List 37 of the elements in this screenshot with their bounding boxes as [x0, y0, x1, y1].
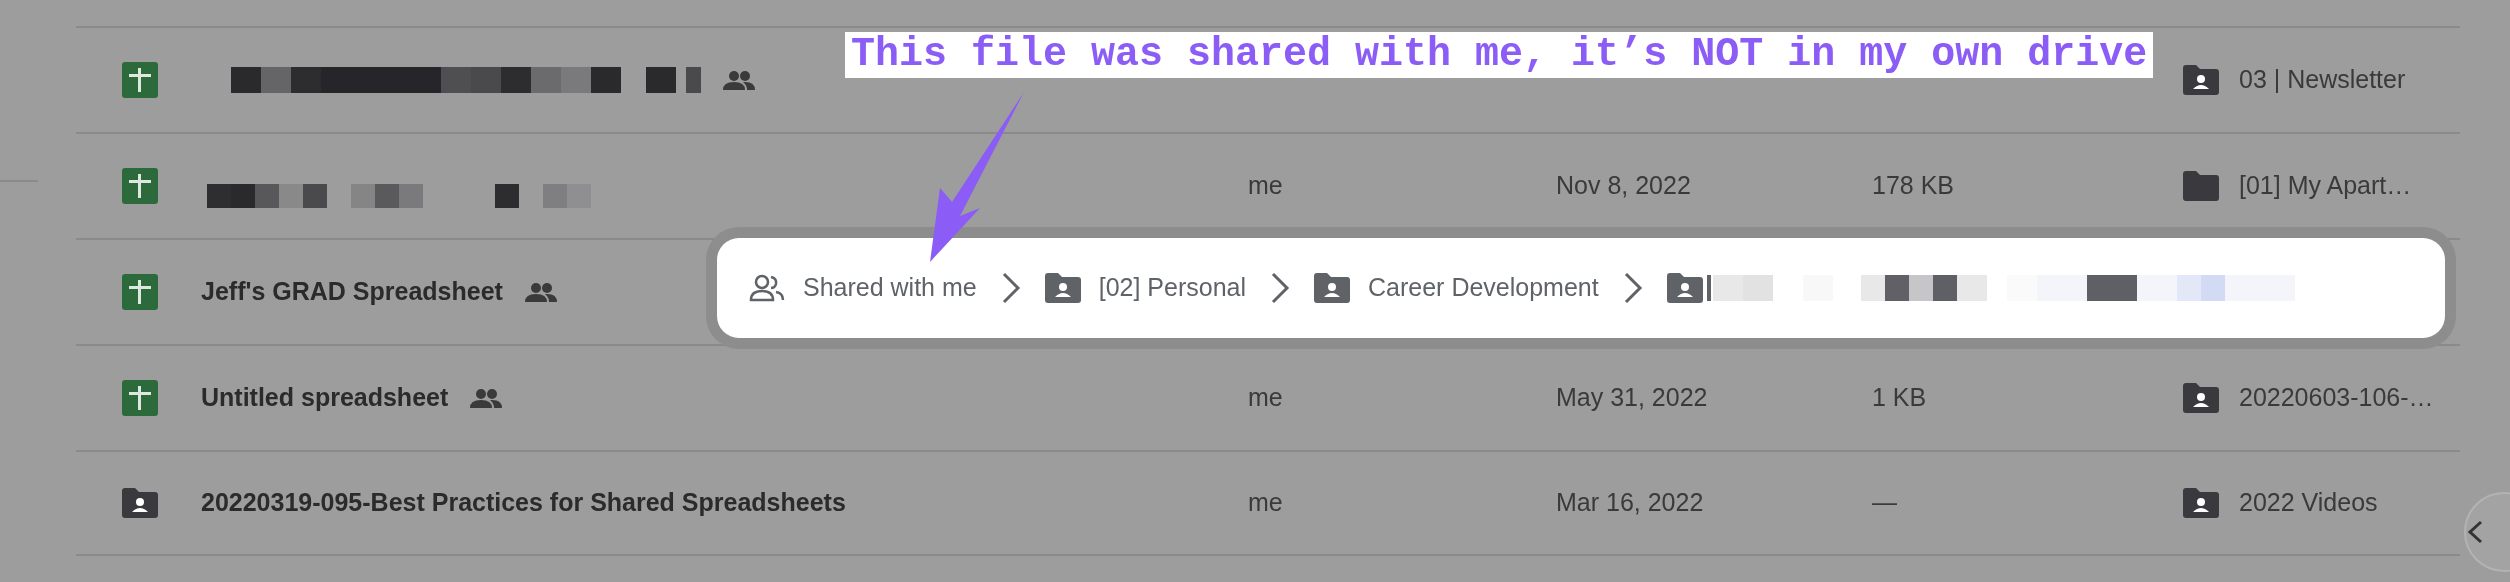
spreadsheet-icon [122, 62, 158, 98]
spreadsheet-icon [122, 274, 158, 310]
people-icon [749, 274, 785, 302]
shared-folder-icon [2183, 488, 2219, 518]
location-text: 20220603-106-… [2239, 382, 2434, 414]
breadcrumb-link[interactable]: Career Development [1368, 269, 1599, 307]
file-name: 20220319-095-Best Practices for Shared Spreadsheets [201, 487, 846, 519]
location-text: 2022 Videos [2239, 487, 2378, 519]
shared-folder-icon [2183, 65, 2219, 95]
shared-folder-icon [1314, 273, 1351, 303]
shared-folder-icon [1666, 273, 1703, 303]
file-size: 1 KB [1872, 383, 1927, 412]
owner-text: me [1248, 383, 1283, 412]
file-size: 178 KB [1872, 171, 1954, 200]
file-size: — [1872, 488, 1897, 517]
location-text: [01] My Apart… [2239, 170, 2412, 202]
chevron-right-icon [1270, 271, 1291, 305]
file-name: Untitled spreadsheet [201, 382, 449, 414]
chevron-left-icon [2466, 519, 2484, 545]
owner-text: me [1248, 171, 1283, 200]
shared-folder-icon [122, 488, 158, 518]
spreadsheet-icon [122, 168, 158, 204]
spreadsheet-icon [122, 380, 158, 416]
breadcrumb-link[interactable]: Shared with me [803, 269, 977, 307]
modified-date: May 31, 2022 [1556, 383, 1708, 412]
shared-folder-icon [2183, 383, 2219, 413]
folder-icon [2183, 171, 2219, 201]
shared-folder-icon [1044, 273, 1081, 303]
location-text: 03 | Newsletter [2239, 64, 2406, 96]
breadcrumb-link[interactable]: [02] Personal [1098, 269, 1247, 307]
owner-text: me [1248, 488, 1283, 517]
modified-date: Mar 16, 2022 [1556, 488, 1704, 517]
chevron-right-icon [1622, 271, 1643, 305]
file-name: Jeff's GRAD Spreadsheet [201, 276, 503, 308]
chevron-right-icon [1000, 271, 1021, 305]
modified-date: Nov 8, 2022 [1556, 171, 1691, 200]
annotation-label: This file was shared with me, it’s NOT in my own drive [845, 32, 2154, 78]
